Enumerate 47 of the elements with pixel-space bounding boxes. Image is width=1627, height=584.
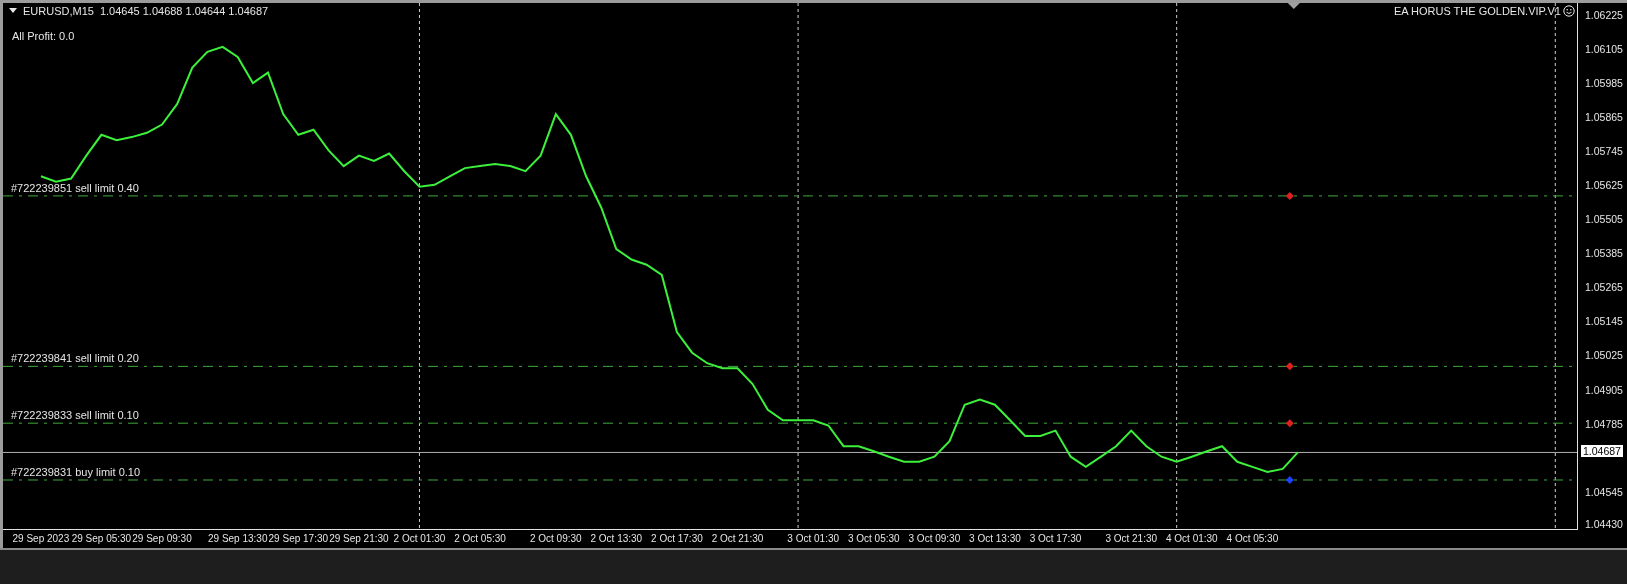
price-tick-label: 1.05145 — [1585, 315, 1623, 328]
symbol-label: EURUSD,M15 — [23, 5, 94, 17]
order-label: #722239833 sell limit 0.10 — [11, 409, 139, 422]
time-tick-label: 29 Sep 05:30 — [71, 533, 132, 544]
time-tick-label: 29 Sep 13:30 — [208, 533, 268, 544]
time-tick-label: 3 Oct 13:30 — [969, 533, 1021, 544]
time-tick-label: 2 Oct 21:30 — [711, 533, 764, 544]
price-tick-label: 1.05745 — [1585, 144, 1623, 157]
time-tick-label: 2 Oct 17:30 — [651, 533, 703, 544]
time-tick-label: 29 Sep 21:30 — [329, 533, 389, 544]
order-label: #722239831 buy limit 0.10 — [11, 466, 141, 478]
time-tick-label: 4 Oct 05:30 — [1226, 533, 1279, 544]
time-tick-label: 29 Sep 2023 — [12, 533, 70, 544]
time-tick-label: 2 Oct 01:30 — [393, 533, 446, 544]
smiley-icon — [1563, 5, 1575, 17]
time-tick-label: 2 Oct 05:30 — [454, 533, 506, 544]
quote-label: 1.04645 1.04688 1.04644 1.04687 — [99, 5, 269, 17]
shift-marker-icon[interactable] — [1287, 3, 1300, 9]
time-tick-label: 3 Oct 01:30 — [787, 533, 840, 544]
price-tick-label: 1.05385 — [1585, 247, 1623, 260]
time-tick-label: 3 Oct 17:30 — [1029, 533, 1082, 544]
price-tick-label: 1.05265 — [1585, 281, 1623, 294]
current-price-tag: 1.04687 — [1581, 445, 1623, 458]
time-tick-label: 2 Oct 09:30 — [529, 533, 582, 544]
expert-name: EA HORUS THE GOLDEN.VIP.V1 — [1393, 5, 1561, 17]
price-tick-label: 1.05985 — [1585, 76, 1623, 89]
time-tick-label: 3 Oct 05:30 — [847, 533, 900, 544]
price-tick-label: 1.05505 — [1585, 213, 1623, 226]
time-tick-label: 2 Oct 13:30 — [590, 533, 643, 544]
price-tick-label: 1.05625 — [1585, 178, 1623, 191]
time-tick-label: 3 Oct 09:30 — [908, 533, 961, 544]
order-label: #722239851 sell limit 0.40 — [11, 181, 139, 194]
time-tick-label: 29 Sep 17:30 — [268, 533, 329, 544]
price-tick-label: 1.04430 — [1585, 518, 1623, 531]
time-tick-label: 3 Oct 21:30 — [1105, 533, 1158, 544]
price-tick-label: 1.06105 — [1585, 42, 1623, 55]
price-tick-label: 1.04545 — [1585, 485, 1623, 498]
price-tick-label: 1.05865 — [1585, 110, 1623, 123]
price-tick-label: 1.04905 — [1585, 383, 1623, 396]
price-tick-label: 1.04785 — [1585, 417, 1623, 430]
time-tick-label: 29 Sep 09:30 — [132, 533, 192, 544]
dropdown-icon[interactable] — [9, 8, 17, 14]
order-label: #722239841 sell limit 0.20 — [11, 352, 139, 365]
time-tick-label: 4 Oct 01:30 — [1165, 533, 1218, 544]
price-tick-label: 1.06225 — [1585, 8, 1623, 21]
profit-label: All Profit: 0.0 — [12, 30, 75, 42]
price-tick-label: 1.05025 — [1585, 349, 1623, 362]
